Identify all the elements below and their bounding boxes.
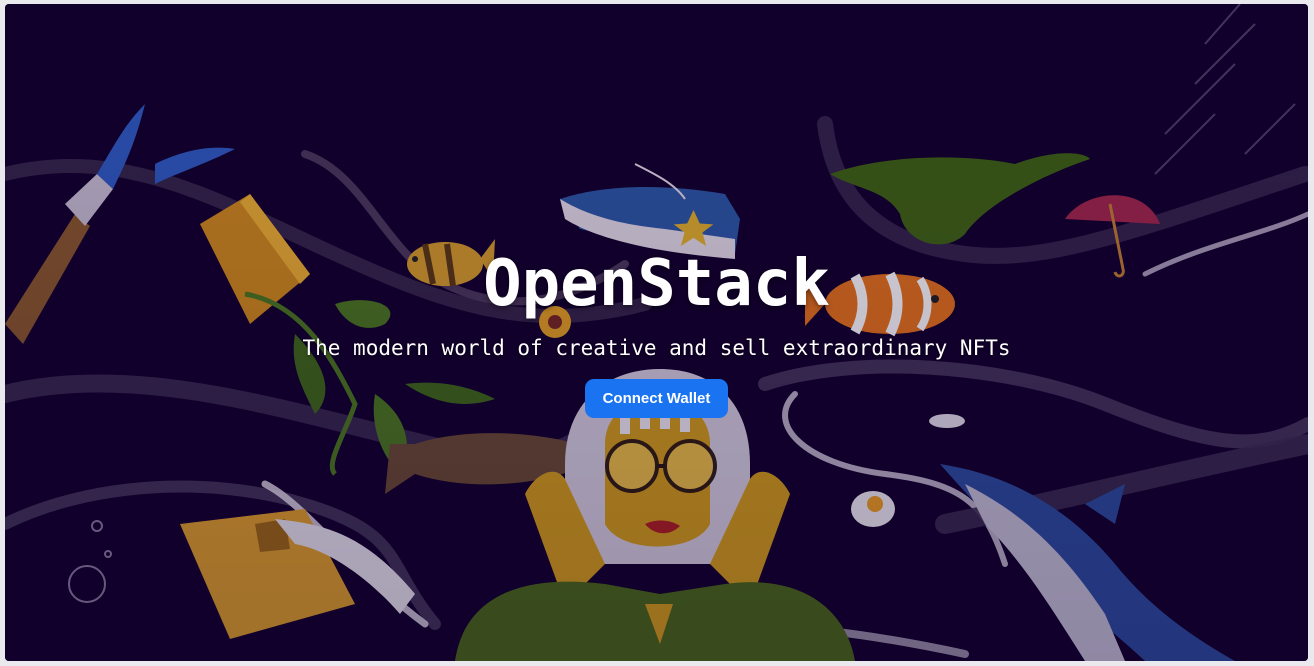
connect-wallet-button[interactable]: Connect Wallet [585, 379, 728, 418]
hero-subtitle: The modern world of creative and sell ex… [302, 336, 1011, 360]
hero-title: OpenStack [483, 247, 830, 321]
hero-content: OpenStack The modern world of creative a… [5, 4, 1308, 661]
hero-banner: OpenStack The modern world of creative a… [5, 4, 1308, 661]
